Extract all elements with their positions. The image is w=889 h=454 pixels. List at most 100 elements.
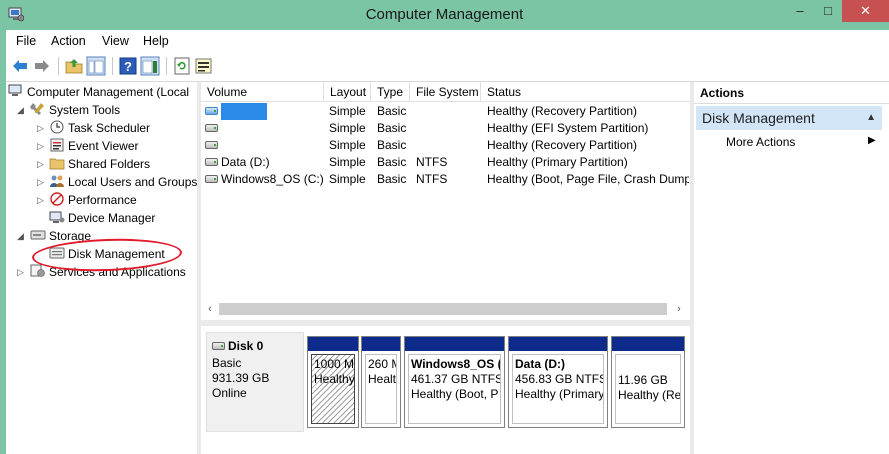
volume-type: Basic bbox=[377, 155, 407, 169]
disk-name-row: Disk 0 bbox=[212, 339, 263, 353]
disk-name: Disk 0 bbox=[228, 339, 264, 353]
partition-recovery-2[interactable]: 11.96 GB Healthy (Re bbox=[611, 336, 685, 428]
tree-item-local-users-groups[interactable]: Local Users and Groups bbox=[49, 173, 197, 191]
more-actions-item[interactable]: More Actions bbox=[726, 135, 795, 149]
expand-arrow-icon[interactable]: ▷ bbox=[37, 119, 44, 137]
services-icon bbox=[30, 264, 45, 277]
tree-label: Event Viewer bbox=[68, 139, 139, 153]
collapse-arrow-icon[interactable]: ◢ bbox=[17, 227, 24, 245]
tree-item-performance[interactable]: Performance bbox=[49, 191, 137, 209]
tree-label: Computer Management (Local bbox=[27, 85, 190, 99]
tools-icon bbox=[30, 103, 44, 115]
column-status[interactable]: Status bbox=[481, 82, 690, 102]
partition-status: Healt bbox=[368, 372, 397, 386]
volume-type: Basic bbox=[377, 172, 407, 186]
column-volume[interactable]: Volume bbox=[201, 82, 324, 102]
expand-arrow-icon[interactable]: ▷ bbox=[37, 155, 44, 173]
partition-recovery-1[interactable]: 1000 M Healthy bbox=[307, 336, 359, 428]
volume-fs: NTFS bbox=[416, 172, 448, 186]
partition-size: 456.83 GB NTFS bbox=[515, 372, 604, 386]
column-layout[interactable]: Layout bbox=[324, 82, 371, 102]
partition-status: Healthy bbox=[314, 372, 355, 386]
partition-size: 461.37 GB NTFS bbox=[411, 372, 501, 386]
expand-arrow-icon[interactable]: ▷ bbox=[37, 173, 44, 191]
submenu-arrow-icon: ▶ bbox=[868, 135, 876, 146]
actions-pane: Actions Disk Management ▲ More Actions ▶ bbox=[694, 82, 889, 454]
volume-name: Windows8_OS (C:) bbox=[221, 172, 323, 186]
properties-icon[interactable] bbox=[194, 56, 214, 76]
menu-bar: File Action View Help bbox=[6, 30, 889, 52]
refresh-icon[interactable] bbox=[172, 56, 192, 76]
tree-item-task-scheduler[interactable]: Task Scheduler bbox=[49, 119, 150, 137]
table-row[interactable]: Windows8_OS (C:) Simple Basic NTFS Healt… bbox=[201, 171, 690, 188]
horizontal-scrollbar[interactable]: ‹ › bbox=[201, 300, 690, 318]
forward-arrow-icon[interactable] bbox=[32, 56, 52, 76]
column-file-system[interactable]: File System bbox=[410, 82, 481, 102]
volume-status: Healthy (Primary Partition) bbox=[487, 155, 628, 169]
volume-type: Basic bbox=[377, 138, 407, 152]
volume-type: Basic bbox=[377, 121, 407, 135]
toolbar-separator bbox=[166, 57, 167, 75]
tree-item-shared-folders[interactable]: Shared Folders bbox=[49, 155, 150, 173]
partition-size: 1000 M bbox=[314, 357, 355, 371]
redacted-volume-name bbox=[221, 103, 267, 120]
menu-view[interactable]: View bbox=[102, 34, 129, 48]
menu-action[interactable]: Action bbox=[51, 34, 86, 48]
minimize-button[interactable]: – bbox=[786, 0, 814, 22]
actions-section-disk-management[interactable]: Disk Management ▲ bbox=[696, 106, 882, 130]
column-type[interactable]: Type bbox=[371, 82, 410, 102]
volume-list-header: Volume Layout Type File System Status bbox=[201, 82, 690, 102]
expand-arrow-icon[interactable]: ▷ bbox=[17, 263, 24, 281]
table-row[interactable]: Simple Basic Healthy (Recovery Partition… bbox=[201, 103, 690, 120]
partition-size: 260 M bbox=[368, 357, 396, 371]
volume-type: Basic bbox=[377, 104, 407, 118]
partition-body: 1000 M Healthy bbox=[311, 354, 355, 424]
partition-status: Healthy (Primary bbox=[515, 387, 604, 401]
volume-layout: Simple bbox=[329, 121, 366, 135]
device-manager-icon bbox=[49, 211, 65, 223]
collapse-arrow-icon[interactable]: ◢ bbox=[17, 101, 24, 119]
partition-size: 11.96 GB bbox=[618, 373, 668, 387]
menu-file[interactable]: File bbox=[16, 34, 36, 48]
partition-title: Data (D:) bbox=[515, 357, 565, 371]
partition-body: 11.96 GB Healthy (Re bbox=[615, 354, 681, 424]
show-hide-tree-icon[interactable] bbox=[86, 56, 106, 76]
tree-item-event-viewer[interactable]: Event Viewer bbox=[49, 137, 138, 155]
partition-efi[interactable]: 260 M Healt bbox=[361, 336, 401, 428]
maximize-button[interactable]: □ bbox=[814, 0, 842, 22]
scroll-thumb[interactable] bbox=[219, 303, 667, 315]
close-button[interactable]: ✕ bbox=[842, 0, 889, 22]
show-hide-action-pane-icon[interactable] bbox=[140, 56, 160, 76]
tree-label: Local Users and Groups bbox=[68, 175, 197, 189]
tree-item-system-tools[interactable]: System Tools bbox=[30, 101, 120, 119]
tree-item-device-manager[interactable]: Device Manager bbox=[49, 209, 155, 227]
tree-item-computer-management[interactable]: Computer Management (Local bbox=[8, 83, 189, 101]
computer-icon bbox=[8, 84, 22, 96]
menu-help[interactable]: Help bbox=[143, 34, 169, 48]
expand-arrow-icon[interactable]: ▷ bbox=[37, 191, 44, 209]
up-folder-icon[interactable] bbox=[64, 56, 84, 76]
back-arrow-icon[interactable] bbox=[10, 56, 30, 76]
scroll-right-icon[interactable]: › bbox=[672, 300, 686, 318]
tree-label: Shared Folders bbox=[68, 157, 151, 171]
partition-body: Windows8_OS (C 461.37 GB NTFS Healthy (B… bbox=[408, 354, 501, 424]
disk-info[interactable]: Disk 0 Basic 931.39 GB Online bbox=[206, 332, 304, 432]
volume-layout: Simple bbox=[329, 138, 366, 152]
volume-status: Healthy (Recovery Partition) bbox=[487, 104, 638, 118]
table-row[interactable]: Simple Basic Healthy (EFI System Partiti… bbox=[201, 120, 690, 137]
table-row[interactable]: Data (D:) Simple Basic NTFS Healthy (Pri… bbox=[201, 154, 690, 171]
disk-type: Basic bbox=[212, 356, 242, 370]
toolbar: ? bbox=[6, 52, 889, 82]
partition-band bbox=[405, 337, 504, 351]
collapse-up-icon[interactable]: ▲ bbox=[866, 106, 876, 130]
help-icon[interactable]: ? bbox=[118, 56, 138, 76]
drive-icon bbox=[205, 158, 218, 166]
partition-data[interactable]: Data (D:) 456.83 GB NTFS Healthy (Primar… bbox=[508, 336, 608, 428]
tree-label: Task Scheduler bbox=[68, 121, 151, 135]
table-row[interactable]: Simple Basic Healthy (Recovery Partition… bbox=[201, 137, 690, 154]
partition-windows8-os[interactable]: Windows8_OS (C 461.37 GB NTFS Healthy (B… bbox=[404, 336, 505, 428]
scroll-left-icon[interactable]: ‹ bbox=[203, 300, 217, 318]
expand-arrow-icon[interactable]: ▷ bbox=[37, 137, 44, 155]
partition-body: 260 M Healt bbox=[365, 354, 397, 424]
actions-header: Actions bbox=[694, 82, 889, 104]
